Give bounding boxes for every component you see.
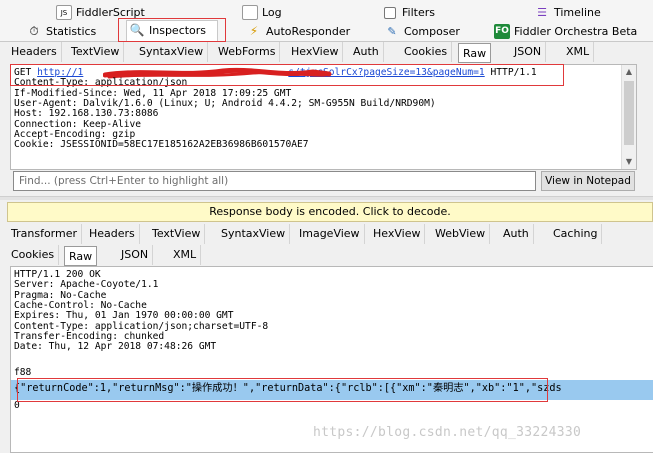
scroll-up-arrow-icon[interactable]: ▲	[622, 65, 636, 79]
resp-tab-cookies[interactable]: Cookies	[7, 245, 60, 265]
req-tab-webforms[interactable]: WebForms	[214, 42, 281, 62]
tab-filters[interactable]: Filters	[380, 3, 435, 22]
tab-filters-label: Filters	[402, 6, 435, 19]
tab-statistics-label: Statistics	[46, 25, 97, 38]
decode-notice-bar[interactable]: Response body is encoded. Click to decod…	[7, 202, 653, 222]
lightning-icon: ⚡	[249, 24, 259, 38]
request-line-red-highlight	[10, 64, 564, 86]
panel-splitter[interactable]	[0, 196, 653, 200]
req-tab-syntaxview[interactable]: SyntaxView	[135, 42, 209, 62]
resp-tab-auth[interactable]: Auth	[499, 224, 534, 244]
resp-tab-json[interactable]: JSON	[117, 245, 154, 265]
pencil-icon: ✎	[387, 25, 397, 38]
tab-autoresponder-label: AutoResponder	[266, 25, 351, 38]
log-file-icon	[242, 5, 258, 20]
tab-fiddler-orchestra[interactable]: FO Fiddler Orchestra Beta	[492, 22, 637, 41]
scroll-down-arrow-icon[interactable]: ▼	[622, 155, 636, 169]
response-header-4: Expires: Thu, 01 Jan 1970 00:00:00 GMT	[14, 310, 234, 322]
tab-autoresponder[interactable]: ⚡ AutoResponder	[244, 22, 350, 41]
timeline-icon: ☰	[537, 6, 547, 19]
fo-icon: FO	[494, 24, 510, 39]
req-tab-auth[interactable]: Auth	[349, 42, 384, 62]
response-chunk-trailer: 0	[14, 400, 20, 411]
response-chunk-size: f88	[14, 367, 32, 378]
js-file-icon: JS	[56, 5, 72, 20]
resp-tab-imageview[interactable]: ImageView	[295, 224, 365, 244]
req-tab-hexview[interactable]: HexView	[287, 42, 344, 62]
resp-tab-syntaxview[interactable]: SyntaxView	[217, 224, 291, 244]
body-red-highlight	[17, 378, 548, 402]
req-tab-cookies[interactable]: Cookies	[400, 42, 453, 62]
request-header-7: Cookie: JSESSIONID=58EC17E185162A2EB3698…	[14, 139, 309, 151]
inspector-top-tabs: JS FiddlerScript Log Filters ☰ Timeline …	[0, 0, 653, 42]
resp-tab-textview[interactable]: TextView	[148, 224, 206, 244]
request-scrollbar[interactable]: ▲ ▼	[621, 65, 636, 169]
req-tab-xml[interactable]: XML	[562, 42, 595, 62]
tab-composer[interactable]: ✎ Composer	[382, 22, 460, 41]
tab-log-label: Log	[262, 6, 282, 19]
req-tab-textview[interactable]: TextView	[67, 42, 125, 62]
view-in-notepad-button[interactable]: View in Notepad	[541, 171, 635, 191]
tab-timeline-label: Timeline	[554, 6, 601, 19]
tab-timeline[interactable]: ☰ Timeline	[532, 3, 601, 22]
req-tab-json[interactable]: JSON	[510, 42, 547, 62]
response-tabs-row2: Cookies Raw JSON XML	[7, 245, 653, 267]
resp-tab-transformer[interactable]: Transformer	[7, 224, 83, 244]
response-header-7: Date: Thu, 12 Apr 2018 07:48:26 GMT	[14, 341, 217, 353]
resp-tab-xml[interactable]: XML	[169, 245, 202, 265]
tab-composer-label: Composer	[404, 25, 460, 38]
resp-tab-hexview[interactable]: HexView	[369, 224, 426, 244]
filter-checkbox-icon	[384, 7, 396, 19]
response-tabs-row1: Transformer Headers TextView SyntaxView …	[7, 224, 653, 246]
tab-log[interactable]: Log	[240, 3, 282, 22]
tab-fiddler-orchestra-label: Fiddler Orchestra Beta	[514, 25, 638, 38]
resp-tab-webview[interactable]: WebView	[431, 224, 491, 244]
request-tabs: Headers TextView SyntaxView WebForms Hex…	[7, 42, 653, 64]
find-input[interactable]: Find... (press Ctrl+Enter to highlight a…	[13, 171, 536, 191]
tab-statistics[interactable]: ⏱ Statistics	[24, 22, 96, 41]
stopwatch-icon: ⏱	[29, 24, 39, 38]
resp-tab-headers[interactable]: Headers	[85, 224, 140, 244]
resp-tab-caching[interactable]: Caching	[549, 224, 603, 244]
req-tab-raw[interactable]: Raw	[458, 43, 492, 63]
inspectors-red-highlight	[118, 18, 226, 42]
watermark-text: https://blog.csdn.net/qq_33224330	[313, 425, 582, 440]
request-scroll-thumb[interactable]	[624, 81, 634, 145]
request-header-4: Host: 192.168.130.73:8086	[14, 108, 159, 120]
req-tab-headers[interactable]: Headers	[7, 42, 62, 62]
resp-tab-raw[interactable]: Raw	[64, 246, 98, 266]
